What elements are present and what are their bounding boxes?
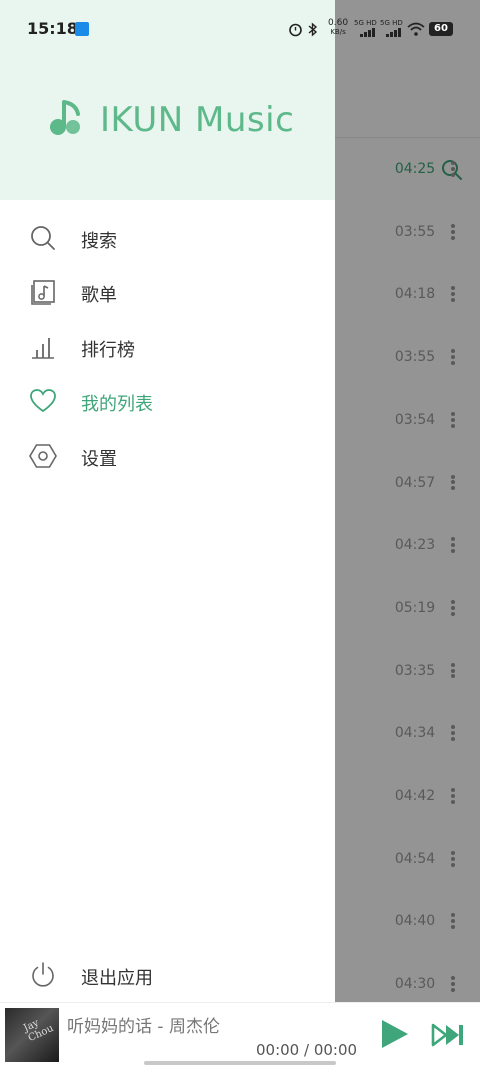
- menu-item-search[interactable]: 搜索: [0, 211, 335, 265]
- sim2-signal: 5G HD: [380, 19, 403, 27]
- sim1-signal: 5G HD: [354, 19, 377, 27]
- skip-next-icon[interactable]: [431, 1023, 465, 1047]
- playlist-icon: [31, 280, 55, 305]
- menu-item-exit[interactable]: 退出应用: [0, 948, 335, 1002]
- album-cover-text: Jay Chou: [21, 1017, 56, 1045]
- menu-item-rankings[interactable]: 排行榜: [0, 320, 335, 374]
- music-note-logo-icon: [50, 100, 80, 135]
- signal-bars-icon: [360, 28, 375, 37]
- menu-item-label: 退出应用: [81, 968, 153, 989]
- signal-bars-icon: [386, 28, 401, 37]
- track-title: 听妈妈的话 - 周杰伦: [67, 1017, 220, 1037]
- navigation-app-icon: [75, 22, 89, 36]
- wifi-icon: [407, 22, 425, 36]
- status-time: 15:18: [27, 19, 78, 38]
- menu-item-my-list[interactable]: 我的列表: [0, 374, 335, 428]
- menu-item-label: 设置: [81, 449, 117, 470]
- playback-time: 00:00 / 00:00: [256, 1041, 358, 1059]
- battery-indicator: 60: [429, 22, 453, 36]
- chart-bars-icon: [32, 338, 54, 359]
- album-cover[interactable]: Jay Chou: [5, 1008, 59, 1062]
- settings-hexagon-icon: [29, 444, 57, 468]
- menu-item-settings[interactable]: 设置: [0, 429, 335, 483]
- status-icons: 0.60 KB/s 5G HD 5G HD 60: [288, 19, 458, 41]
- menu-item-label: 歌单: [81, 285, 117, 306]
- status-bar: 15:18 0.60 KB/s 5G HD 5G HD 60: [0, 0, 480, 58]
- menu-item-label: 排行榜: [81, 340, 135, 361]
- menu-item-label: 我的列表: [81, 394, 153, 415]
- play-icon[interactable]: [378, 1018, 410, 1050]
- home-indicator: [144, 1061, 336, 1065]
- power-icon: [32, 962, 54, 987]
- menu-item-playlist[interactable]: 歌单: [0, 265, 335, 319]
- alarm-icon: [289, 23, 302, 37]
- network-speed: 0.60 KB/s: [328, 18, 349, 37]
- mini-player[interactable]: Jay Chou 听妈妈的话 - 周杰伦 00:00 / 00:00: [0, 1002, 480, 1066]
- heart-icon: [30, 389, 56, 413]
- menu-item-label: 搜索: [81, 231, 117, 252]
- app-name: IKUN Music: [100, 100, 295, 140]
- search-icon: [31, 226, 55, 250]
- navigation-drawer: IKUN Music 搜索 歌单 排行榜 我的列表 设置 退出应用: [0, 0, 335, 1002]
- bluetooth-icon: [308, 22, 318, 37]
